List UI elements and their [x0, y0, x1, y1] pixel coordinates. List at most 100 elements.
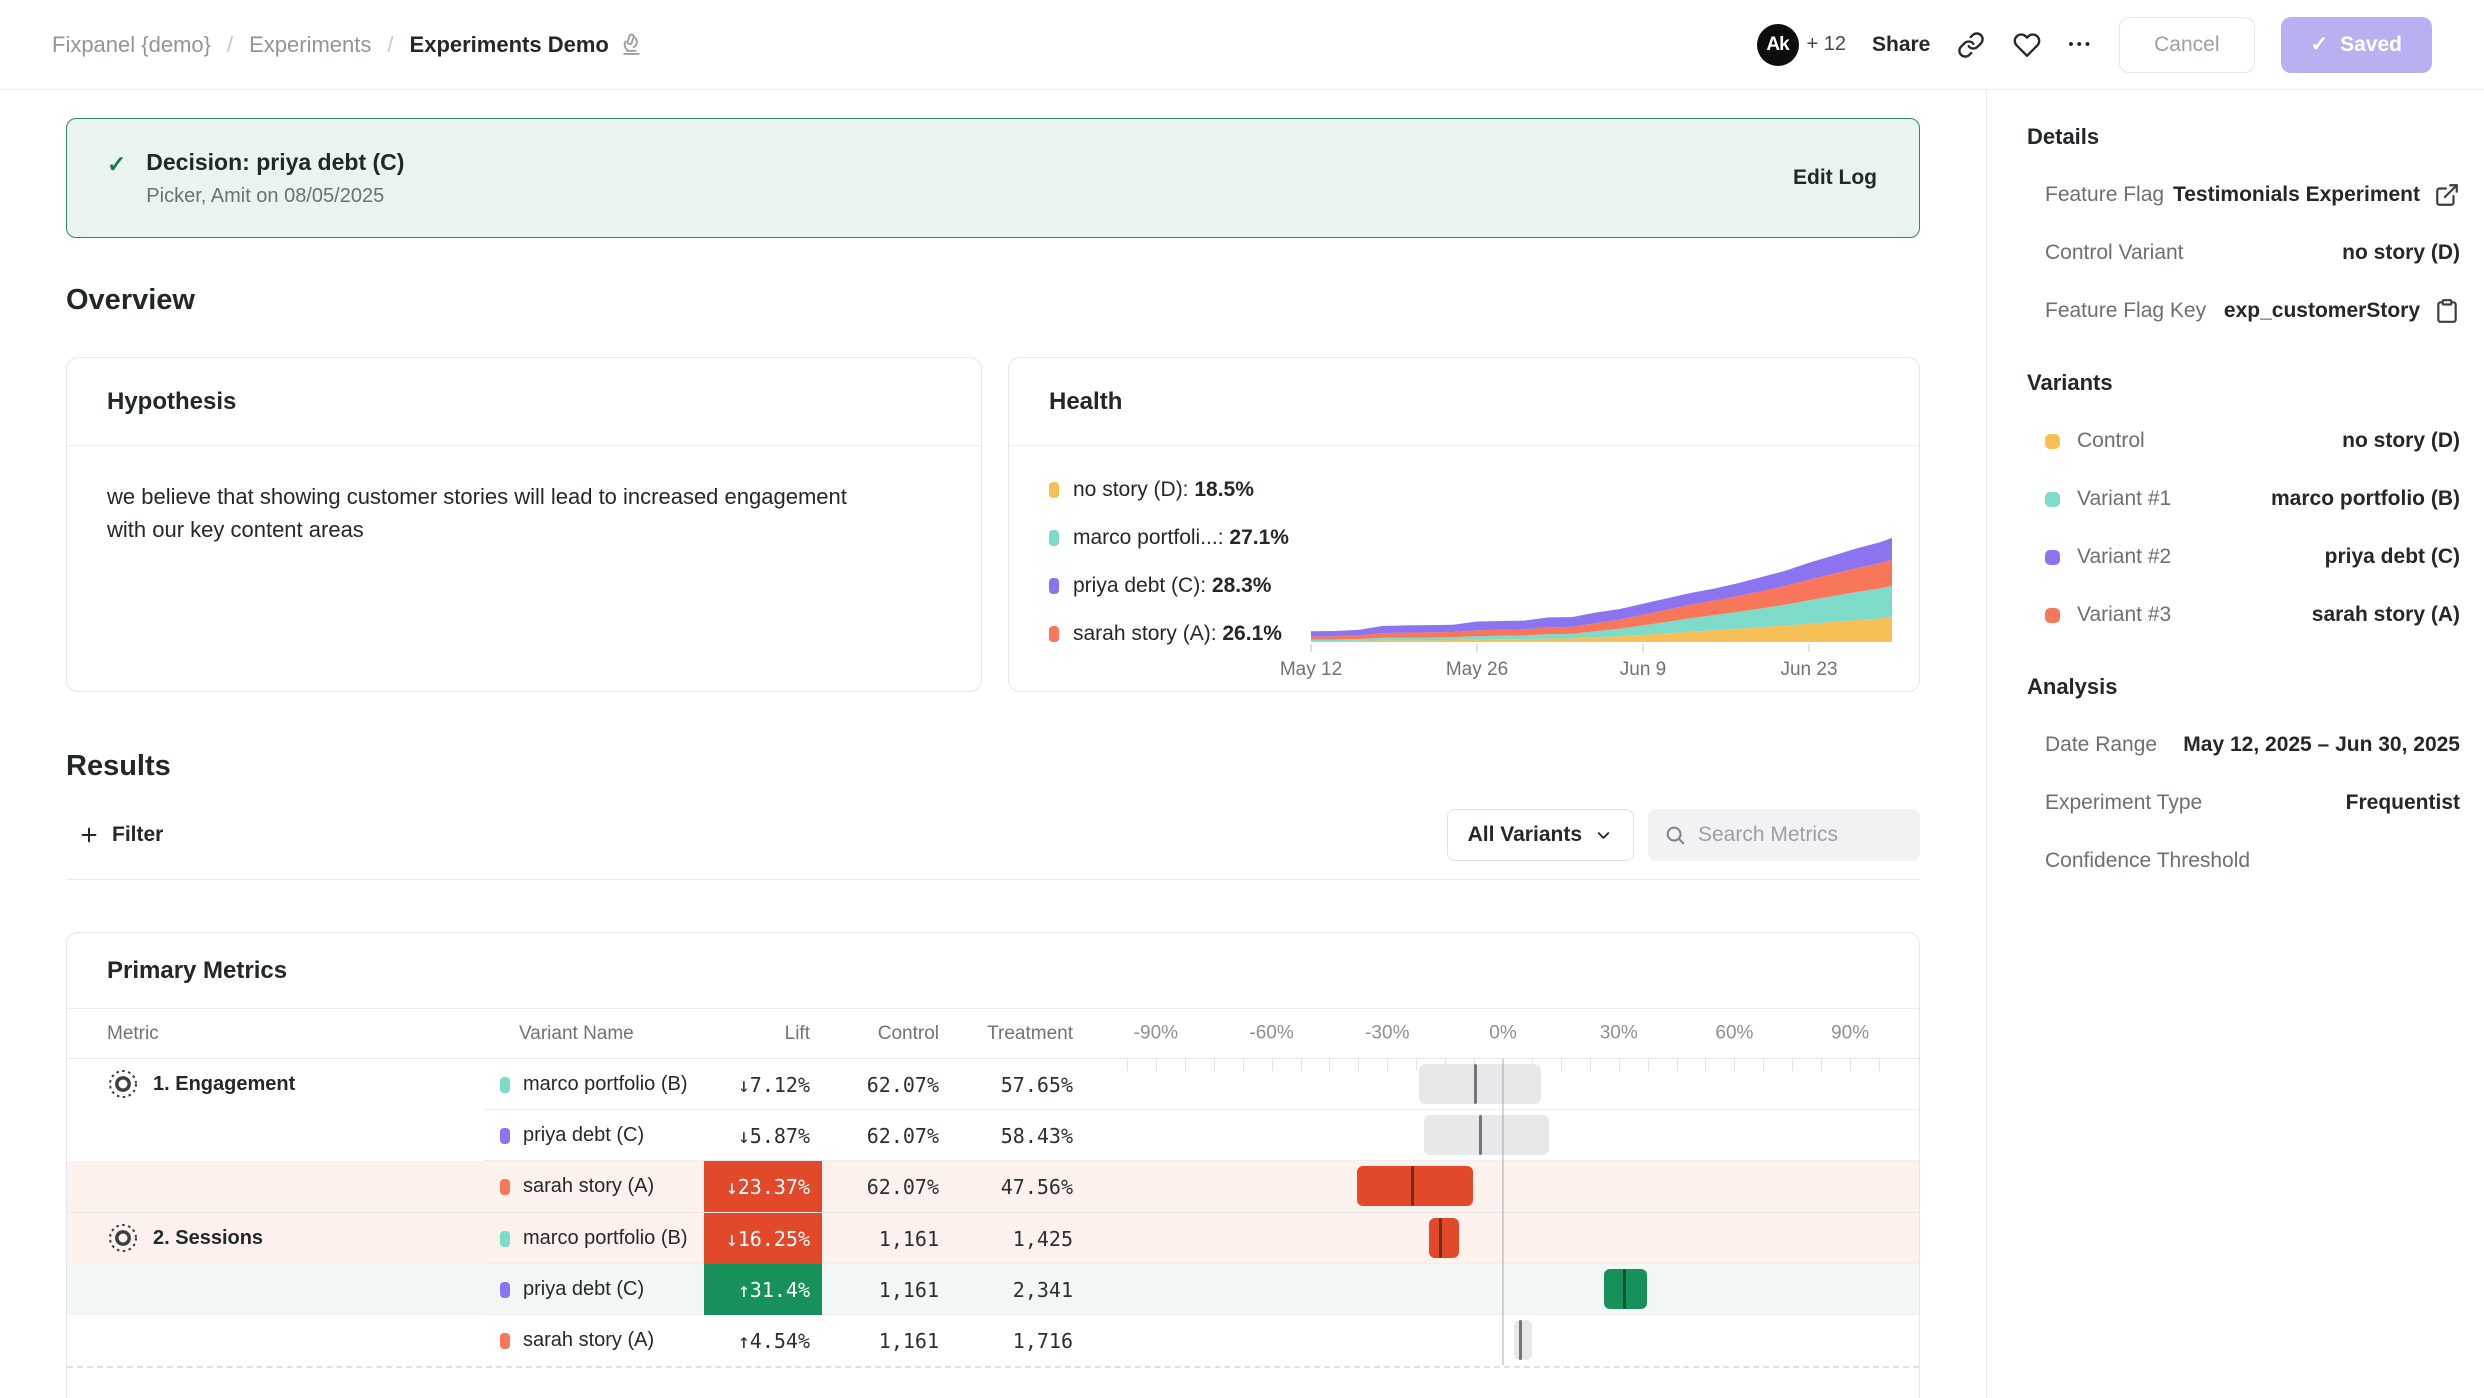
point-estimate-marker — [1474, 1064, 1477, 1104]
metrics-table-body: 1. Engagementmarco portfolio (B)↓7.12%62… — [67, 1059, 1919, 1366]
legend-item: sarah story (A): 26.1% — [1049, 616, 1289, 652]
metric-cell[interactable]: 2. Sessions — [107, 1222, 263, 1254]
variants-row: Variant #2priya debt (C) — [2027, 528, 2460, 586]
variants-dropdown[interactable]: All Variants — [1447, 809, 1634, 861]
col-control: Control — [837, 1023, 939, 1045]
avatar[interactable]: Ak — [1757, 24, 1799, 66]
variant-color-swatch — [2045, 434, 2060, 449]
health-legend: no story (D): 18.5% marco portfoli...: 27… — [1049, 472, 1289, 664]
metric-variant-row[interactable]: sarah story (A)↑4.54%1,1611,716 — [67, 1315, 1919, 1366]
metric-cell[interactable]: 1. Engagement — [107, 1068, 295, 1100]
details-rows: Feature Flag Testimonials Experiment Contr… — [2027, 166, 2460, 340]
zero-axis-line — [1502, 1059, 1504, 1365]
variant-color-swatch — [2045, 550, 2060, 565]
analysis-label: Confidence Threshold — [2045, 849, 2250, 873]
microscope-icon — [619, 32, 644, 57]
axis-minor-tick — [1561, 1059, 1562, 1071]
treatment-text: 1,716 — [1013, 1329, 1073, 1353]
lift-text: ↓16.25% — [726, 1227, 810, 1251]
variant-cell: priya debt (C) — [500, 1264, 644, 1315]
saved-label: Saved — [2340, 33, 2402, 57]
axis-minor-tick — [1301, 1059, 1302, 1071]
decision-banner: ✓ Decision: priya debt (C) Picker, Amit … — [66, 118, 1920, 238]
metric-variant-row[interactable]: sarah story (A)↓23.37%62.07%47.56% — [67, 1161, 1919, 1212]
variants-row: Variant #1marco portfolio (B) — [2027, 470, 2460, 528]
axis-minor-tick — [1590, 1059, 1591, 1071]
saved-button[interactable]: ✓ Saved — [2281, 17, 2432, 73]
variant-color-dot — [500, 1333, 510, 1349]
chevron-down-icon — [1594, 826, 1613, 845]
external-link-icon[interactable] — [2434, 182, 2460, 208]
more-menu-icon[interactable]: ••• — [2068, 36, 2093, 53]
details-label: Feature Flag Key — [2045, 299, 2206, 323]
breadcrumb-current[interactable]: Experiments Demo — [410, 32, 644, 58]
variant-color-swatch — [2045, 492, 2060, 507]
add-metric-button[interactable]: Add — [67, 1366, 1919, 1398]
metric-group: 2. Sessions marco portfolio (B) ↓16.25% 1,1… — [67, 1212, 1919, 1366]
legend-label: sarah story (A): 26.1% — [1073, 622, 1282, 646]
control-value: 1,161 — [837, 1213, 939, 1264]
metric-variant-row[interactable]: priya debt (C)↓5.87%62.07%58.43% — [67, 1110, 1919, 1161]
decision-check-icon: ✓ — [107, 151, 126, 178]
breadcrumb-item[interactable]: Fixpanel {demo} — [52, 32, 211, 58]
variant-color-swatch — [2045, 608, 2060, 623]
legend-item: priya debt (C): 28.3% — [1049, 568, 1289, 604]
variant-cell: priya debt (C) — [500, 1110, 644, 1161]
metric-variant-row[interactable]: priya debt (C)↑31.4%1,1612,341 — [67, 1264, 1919, 1315]
copy-link-icon[interactable] — [1956, 30, 1986, 60]
details-label: Feature Flag — [2045, 183, 2164, 207]
details-heading: Details — [2027, 120, 2460, 154]
edit-log-button[interactable]: Edit Log — [1793, 166, 1877, 190]
details-value[interactable]: Testimonials Experiment — [2173, 183, 2420, 207]
control-text: 62.07% — [867, 1175, 939, 1199]
variant-name: marco portfolio (B) — [523, 1073, 688, 1096]
clipboard-icon[interactable] — [2434, 298, 2460, 324]
add-filter-button[interactable]: Filter — [66, 813, 175, 857]
variant-cell: sarah story (A) — [500, 1315, 654, 1366]
details-row: Feature Flag Key exp_customerStory — [2027, 282, 2460, 340]
axis-minor-tick — [1127, 1059, 1128, 1071]
axis-tick-label: -90% — [1134, 1023, 1178, 1045]
lift-axis: -90%-60%-30%0%30%60%90% — [1137, 1009, 1869, 1058]
details-row: Control Variantno story (D) — [2027, 224, 2460, 282]
point-estimate-marker — [1519, 1320, 1522, 1360]
lift-text: ↑4.54% — [738, 1329, 810, 1353]
hypothesis-body: we believe that showing customer stories… — [67, 446, 927, 580]
share-button[interactable]: Share — [1872, 33, 1930, 57]
control-value: 62.07% — [837, 1110, 939, 1161]
health-title: Health — [1049, 388, 1122, 416]
analysis-row: Confidence Threshold — [2027, 832, 2460, 890]
search-metrics-box[interactable] — [1648, 809, 1920, 861]
axis-minor-tick — [1763, 1059, 1764, 1071]
hypothesis-title: Hypothesis — [107, 388, 236, 416]
metrics-table-header: Metric Variant Name Lift Control Treatme… — [67, 1009, 1919, 1059]
analysis-value: May 12, 2025 – Jun 30, 2025 — [2183, 733, 2460, 757]
search-icon — [1664, 824, 1686, 846]
experiment-page: Fixpanel {demo}/Experiments/Experiments … — [0, 0, 2484, 1398]
hypothesis-card: Hypothesis we believe that showing custo… — [66, 357, 982, 692]
control-value: 62.07% — [837, 1161, 939, 1212]
overview-heading: Overview — [66, 284, 1920, 317]
search-metrics-input[interactable] — [1698, 823, 1898, 847]
legend-label: marco portfoli...: 27.1% — [1073, 526, 1289, 550]
primary-metrics-card: Primary Metrics Metric Variant Name Lift… — [66, 932, 1920, 1398]
axis-minor-tick — [1677, 1059, 1678, 1071]
analysis-section: AnalysisDate RangeMay 12, 2025 – Jun 30,… — [2027, 670, 2460, 890]
details-value: exp_customerStory — [2224, 299, 2420, 323]
results-heading: Results — [66, 750, 1920, 783]
legend-label: no story (D): 18.5% — [1073, 478, 1254, 502]
control-text: 1,161 — [879, 1278, 939, 1302]
legend-swatch — [1049, 482, 1059, 498]
collaborators[interactable]: Ak + 12 — [1757, 24, 1846, 66]
metric-variant-row[interactable]: marco portfolio (B)↓16.25%1,1611,425 — [67, 1213, 1919, 1264]
cancel-button[interactable]: Cancel — [2119, 17, 2254, 73]
x-tick-label: Jun 23 — [1780, 659, 1837, 680]
breadcrumb-item[interactable]: Experiments — [249, 32, 371, 58]
col-lift: Lift — [704, 1023, 822, 1045]
treatment-value: 58.43% — [957, 1110, 1073, 1161]
legend-label: priya debt (C): 28.3% — [1073, 574, 1271, 598]
control-text: 62.07% — [867, 1073, 939, 1097]
variants-label: Variant #1 — [2077, 487, 2171, 511]
variant-name: marco portfolio (B) — [523, 1227, 688, 1250]
favorite-icon[interactable] — [2012, 30, 2042, 60]
